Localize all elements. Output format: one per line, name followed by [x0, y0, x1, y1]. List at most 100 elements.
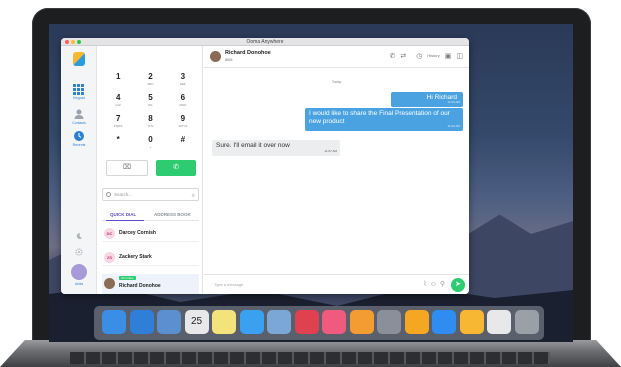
chat-contact-number: 8001: [225, 58, 233, 62]
user-avatar[interactable]: [71, 264, 87, 280]
keypad-key[interactable]: #: [167, 135, 199, 152]
key-digit: 6: [180, 93, 186, 102]
call-button[interactable]: ✆: [156, 160, 196, 176]
contact-name: Richard Donohoe: [119, 283, 161, 289]
keypad-key[interactable]: 1: [102, 72, 134, 89]
keypad-key[interactable]: *: [102, 135, 134, 152]
send-icon: ➤: [455, 281, 461, 288]
system-preferences-icon[interactable]: [377, 310, 401, 334]
contact-search[interactable]: Search... ⌕: [102, 188, 199, 201]
keypad-key[interactable]: 4 GHI: [102, 93, 134, 110]
contact-name: Darcey Cornish: [119, 230, 156, 236]
chat-header: Richard Donohoe 8001 ✆ ⇄ ◷ History ▣ ◫: [204, 46, 469, 68]
contact-name: Zackery Stark: [119, 254, 152, 260]
nav-rail: Keypad Contacts Recents Anita: [61, 46, 97, 294]
location-icon[interactable]: ⚲: [440, 281, 445, 288]
search-icon: [106, 192, 111, 197]
dock: 25: [94, 306, 544, 340]
nav-keypad-label: Keypad: [73, 96, 85, 101]
downloads-icon[interactable]: [487, 310, 511, 334]
attach-icon[interactable]: ⌇: [423, 281, 426, 288]
preview-icon[interactable]: [267, 310, 291, 334]
trash-icon[interactable]: [514, 310, 539, 334]
keypad-key[interactable]: 6 MNO: [167, 93, 199, 110]
filter-icon[interactable]: ⌕: [192, 191, 195, 202]
outgoing-message: Hi Richard 11:04 AM: [391, 92, 463, 107]
keypad-key[interactable]: 5 JKL: [134, 93, 166, 110]
books-icon[interactable]: [349, 310, 374, 334]
key-letters: JKL: [147, 103, 154, 107]
moon-icon[interactable]: [75, 232, 83, 240]
keypad-key[interactable]: 3 DEF: [167, 72, 199, 89]
app-logo-icon: [73, 52, 85, 66]
nav-keypad[interactable]: Keypad: [67, 84, 91, 100]
contacts-icon: [74, 109, 84, 119]
voicemail-button[interactable]: ⌧: [106, 160, 148, 176]
key-digit: 5: [148, 93, 153, 102]
calendar-icon[interactable]: 25: [184, 310, 209, 334]
photos-icon[interactable]: [157, 310, 181, 334]
contact-row-active[interactable]: RD ON CALL Richard Donohoe: [102, 274, 199, 294]
ooma-icon[interactable]: [459, 310, 484, 334]
key-digit: 8: [148, 114, 153, 123]
keypad-key[interactable]: 0 +: [134, 135, 166, 152]
outgoing-message: I would like to share the Final Presenta…: [305, 108, 463, 131]
contact-tabs: QUICK DIAL ADDRESS BOOK: [102, 208, 199, 221]
key-digit: 4: [115, 93, 121, 102]
emoji-icon[interactable]: ☺: [430, 281, 437, 288]
info-icon[interactable]: ▣: [445, 53, 452, 60]
send-button[interactable]: ➤: [451, 278, 465, 292]
contact-row[interactable]: ZS Zackery Stark: [102, 248, 199, 266]
key-letters: DEF: [179, 82, 186, 86]
message-text: I would like to share the Final Presenta…: [309, 110, 450, 125]
window-title: Ooma Anywhere: [246, 39, 284, 45]
message-composer: Type a message ⌇ ☺ ⚲ ➤: [204, 274, 469, 294]
home-icon[interactable]: [404, 310, 429, 334]
phone-icon: ✆: [173, 164, 179, 171]
keypad-key[interactable]: 8 TUV: [134, 114, 166, 131]
contact-avatar: DC: [104, 228, 115, 239]
chat-contact-name: Richard Donohoe: [225, 50, 271, 56]
key-letters: +: [149, 145, 152, 149]
nav-contacts[interactable]: Contacts: [67, 108, 91, 125]
key-digit: 2: [148, 72, 153, 81]
safari-icon[interactable]: [129, 310, 154, 334]
keypad: 1 2 ABC 3 DEF 4 GHI 5 JKL 6 MNO 7 PQRS 8 TUV 9 WXYZ * 0 + #: [102, 72, 199, 152]
tab-quick-dial[interactable]: QUICK DIAL: [110, 212, 136, 217]
app-window: Ooma Anywhere Keypad Contacts Recents An…: [61, 38, 469, 294]
key-letters: GHI: [115, 103, 121, 107]
search-input[interactable]: Search...: [114, 192, 132, 197]
call-forward-icon[interactable]: ⇄: [400, 53, 406, 60]
panel-icon[interactable]: ◫: [456, 53, 463, 60]
key-digit: 0: [148, 135, 153, 144]
contact-avatar: ZS: [104, 252, 115, 263]
message-time: 11:07 AM: [324, 149, 337, 153]
user-label: Anita: [75, 282, 83, 286]
finder-icon[interactable]: [102, 310, 126, 334]
contact-row[interactable]: DC Darcey Cornish: [102, 224, 199, 242]
nav-recents-label: Recents: [72, 143, 86, 147]
key-letters: TUV: [147, 124, 154, 128]
history-button[interactable]: ◷ History: [411, 53, 440, 60]
message-time: 11:04 AM: [447, 124, 460, 128]
keypad-key[interactable]: 2 ABC: [134, 72, 166, 89]
active-tab-indicator: [106, 220, 144, 221]
tab-address-book[interactable]: ADDRESS BOOK: [154, 212, 191, 217]
chat-panel: Richard Donohoe 8001 ✆ ⇄ ◷ History ▣ ◫ Today …: [204, 46, 469, 294]
key-digit: 7: [115, 114, 121, 123]
gear-icon[interactable]: [75, 248, 83, 256]
call-icon[interactable]: ✆: [389, 53, 395, 60]
messages-icon[interactable]: [239, 310, 264, 334]
news-icon[interactable]: [294, 310, 319, 334]
keypad-key[interactable]: 9 WXYZ: [167, 114, 199, 131]
app-store-icon[interactable]: [432, 310, 456, 334]
keypad-key[interactable]: 7 PQRS: [102, 114, 134, 131]
desktop-scene: Ooma Anywhere Keypad Contacts Recents An…: [0, 0, 621, 367]
message-input[interactable]: Type a message: [214, 282, 243, 287]
voicemail-icon: ⌧: [122, 164, 132, 171]
message-time: 11:04 AM: [447, 100, 460, 104]
key-letters: WXYZ: [178, 124, 188, 128]
notes-icon[interactable]: [212, 310, 236, 334]
music-icon[interactable]: [322, 310, 346, 334]
nav-recents[interactable]: Recents: [67, 130, 91, 147]
